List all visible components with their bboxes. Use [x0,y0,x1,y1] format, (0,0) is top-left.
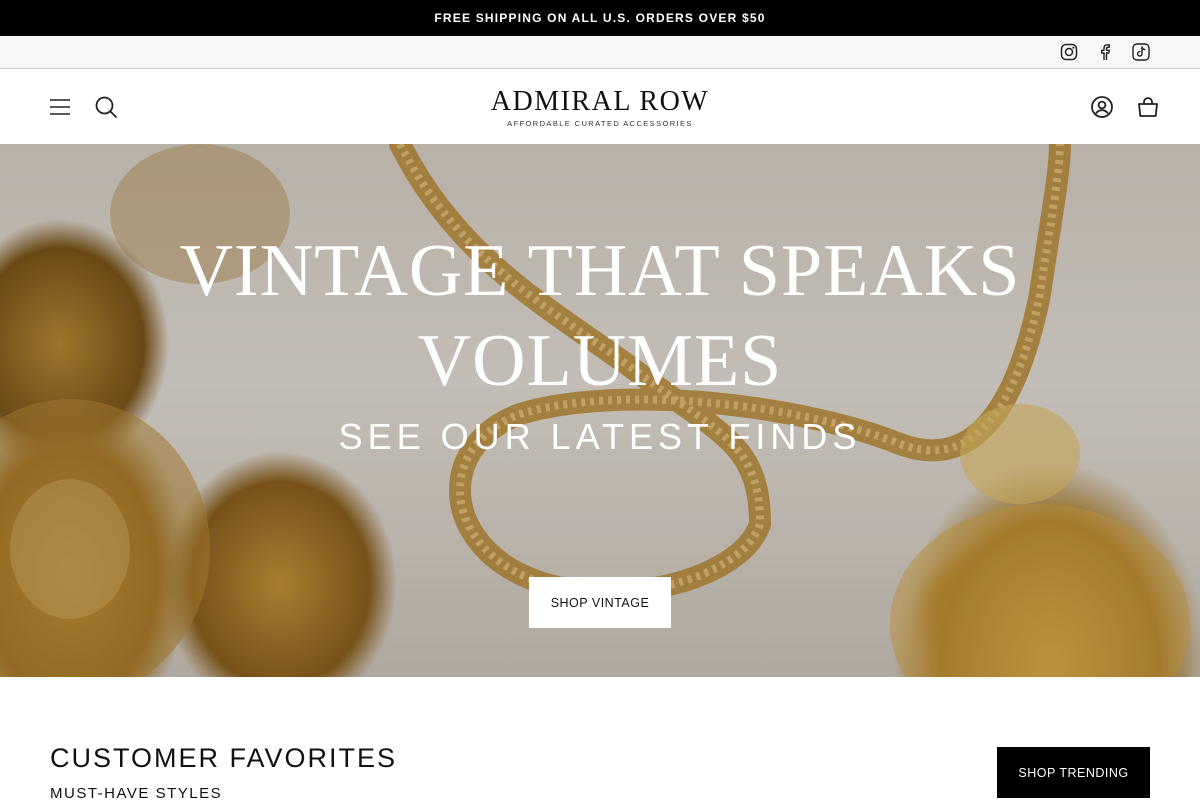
hero-headline-line1: VINTAGE THAT SPEAKS [179,230,1021,312]
hero-subheading: SEE OUR LATEST FINDS [338,416,862,457]
hero-headline-line2: VOLUMES [417,320,783,402]
section-title: CUSTOMER FAVORITES [50,743,398,773]
social-bar [0,36,1200,69]
hero-banner[interactable]: VINTAGE THAT SPEAKS VOLUMES SEE OUR LATE… [0,144,1200,677]
section-subtitle: MUST-HAVE STYLES [50,785,223,800]
announcement-bar: FREE SHIPPING ON ALL U.S. ORDERS OVER $5… [0,0,1200,36]
tiktok-icon[interactable] [1132,43,1150,61]
instagram-icon[interactable] [1060,43,1078,61]
facebook-icon[interactable] [1096,43,1114,61]
logo-tagline: AFFORDABLE CURATED ACCESSORIES [507,118,693,128]
shop-trending-button[interactable]: SHOP TRENDING [997,747,1150,798]
shop-vintage-button[interactable]: SHOP VINTAGE [529,577,671,628]
search-icon[interactable] [94,95,118,119]
logo-name: ADMIRAL ROW [490,85,710,117]
site-header: ADMIRAL ROW AFFORDABLE CURATED ACCESSORI… [0,69,1200,144]
header-right [1090,95,1160,119]
menu-icon[interactable] [48,95,72,119]
hero-headline: VINTAGE THAT SPEAKS VOLUMES [0,226,1200,406]
account-icon[interactable] [1090,95,1114,119]
brand-logo[interactable]: ADMIRAL ROW AFFORDABLE CURATED ACCESSORI… [491,86,709,128]
cart-icon[interactable] [1136,95,1160,119]
header-left [48,95,118,119]
announcement-text: FREE SHIPPING ON ALL U.S. ORDERS OVER $5… [434,11,766,25]
customer-favorites-section: CUSTOMER FAVORITES MUST-HAVE STYLES SHOP… [0,677,1200,800]
